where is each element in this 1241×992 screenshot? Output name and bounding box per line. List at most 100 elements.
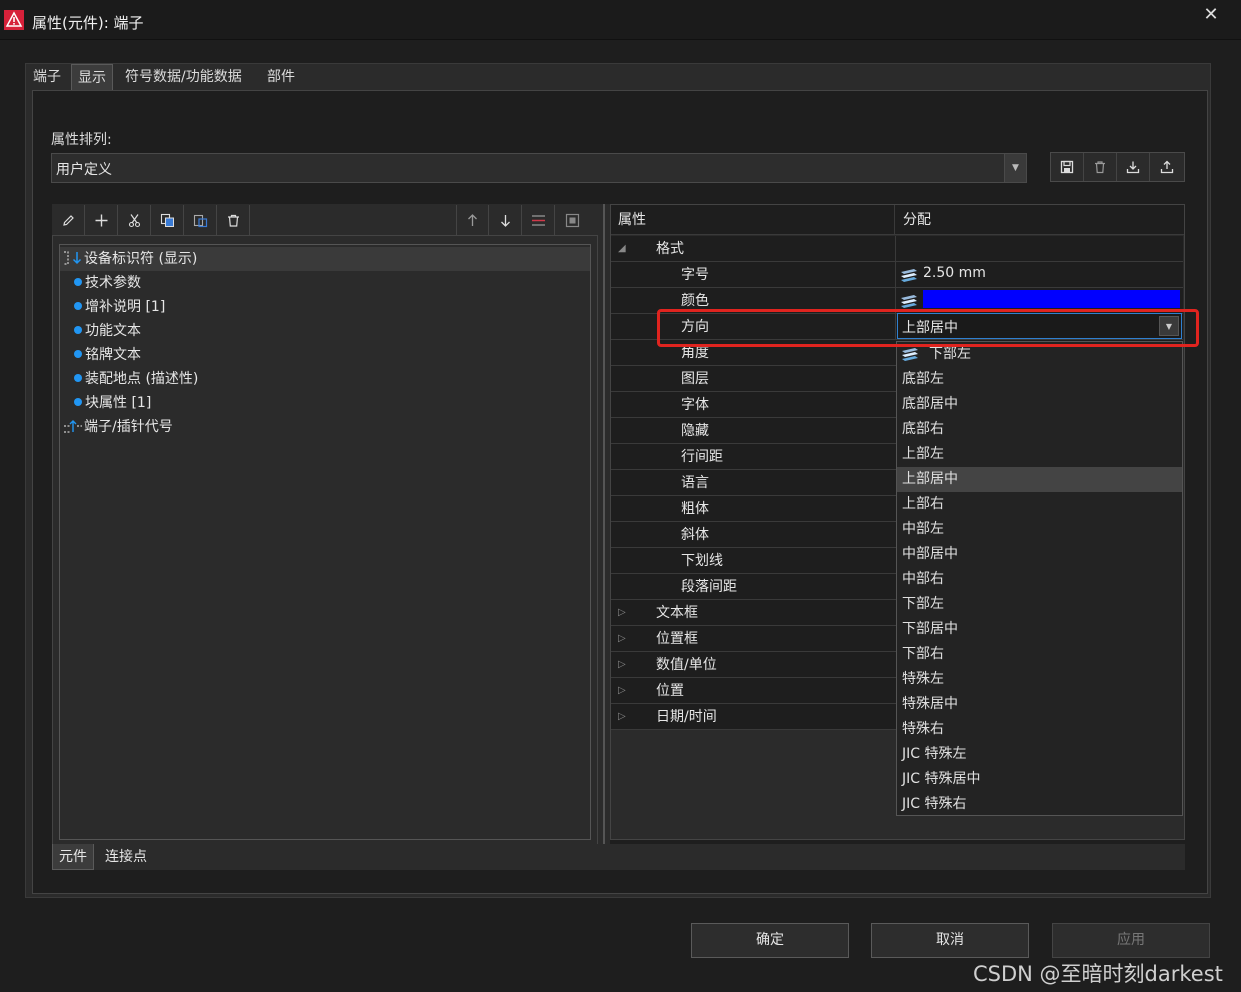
grid-row-name: 粗体	[681, 501, 709, 517]
property-arrangement-select[interactable]: 用户定义 ▼	[51, 153, 1027, 183]
dropdown-option[interactable]: 底部左	[897, 367, 1182, 392]
grid-row-name: 下划线	[681, 553, 723, 569]
dropdown-option[interactable]: 中部左	[897, 517, 1182, 542]
tab-component[interactable]: 元件	[52, 844, 94, 870]
frame-icon[interactable]	[556, 205, 589, 235]
dropdown-option[interactable]: JIC 特殊左	[897, 742, 1182, 767]
dropdown-option[interactable]: 特殊居中	[897, 692, 1182, 717]
direction-dropdown-list: 下部左 底部左 底部居中 底部右 上部左 上部居中 上部右 中部左 中部居中 中…	[896, 341, 1183, 816]
tree-item-supplementary-description[interactable]: 增补说明 [1]	[74, 295, 165, 319]
trash-icon[interactable]	[217, 205, 250, 235]
tree-item-technical-parameters[interactable]: 技术参数	[74, 271, 141, 295]
tree-item-terminal-pin-designation[interactable]: 端子/插针代号	[62, 415, 173, 439]
layer-stack-icon	[901, 295, 917, 308]
dropdown-option[interactable]: 中部居中	[897, 542, 1182, 567]
bullet-dot-icon	[74, 374, 82, 382]
window-title: 属性(元件): 端子	[32, 14, 144, 32]
grid-row-name: 隐藏	[681, 423, 709, 439]
dropdown-option-label: 下部左	[929, 346, 971, 362]
dropdown-option[interactable]: 底部右	[897, 417, 1182, 442]
bullet-dot-icon	[74, 350, 82, 358]
save-icon[interactable]	[1051, 153, 1084, 181]
grid-row-value-cell[interactable]: 2.50 mm	[895, 262, 1183, 288]
pencil-icon[interactable]	[52, 205, 85, 235]
tab-parts[interactable]: 部件	[261, 64, 301, 90]
dropdown-option[interactable]: 特殊左	[897, 667, 1182, 692]
tree-item-label: 铭牌文本	[85, 347, 141, 363]
apply-button[interactable]: 应用	[1052, 923, 1210, 958]
grid-row-name: 字体	[681, 397, 709, 413]
paste-icon[interactable]	[184, 205, 217, 235]
grid-row-name: 图层	[681, 371, 709, 387]
tab-display[interactable]: 显示	[71, 64, 113, 90]
collapsed-triangle-icon[interactable]: ▷	[618, 704, 626, 730]
add-icon[interactable]	[85, 205, 118, 235]
dropdown-option[interactable]: 下部居中	[897, 617, 1182, 642]
layer-stack-icon	[902, 348, 918, 361]
title-bar	[0, 0, 1241, 40]
grid-row-name: 段落间距	[681, 579, 737, 595]
grid-row-name: 位置框	[656, 631, 698, 647]
close-icon[interactable]: ✕	[1200, 4, 1222, 26]
tree-item-device-tag[interactable]: 设备标识符 (显示)	[60, 247, 590, 271]
move-down-icon[interactable]	[489, 205, 522, 235]
dropdown-option-selected[interactable]: 上部居中	[897, 467, 1182, 492]
import-icon[interactable]	[1117, 153, 1150, 181]
export-icon[interactable]	[1150, 153, 1183, 181]
tab-connection-points[interactable]: 连接点	[99, 844, 153, 870]
connection-point-icon	[64, 420, 82, 433]
dropdown-option[interactable]: 中部右	[897, 567, 1182, 592]
highlight-annotation-box	[657, 309, 1199, 347]
bullet-dot-icon	[74, 398, 82, 406]
tree-item-label: 块属性 [1]	[85, 395, 152, 411]
cancel-button[interactable]: 取消	[871, 923, 1029, 958]
pane-splitter[interactable]	[598, 204, 610, 846]
device-tag-icon	[64, 251, 82, 265]
dropdown-option[interactable]: 底部居中	[897, 392, 1182, 417]
chevron-down-icon[interactable]: ▼	[1004, 154, 1026, 182]
tree-item-label: 设备标识符 (显示)	[84, 251, 198, 267]
copy-icon[interactable]	[151, 205, 184, 235]
grid-row-name: 斜体	[681, 527, 709, 543]
expanded-triangle-icon[interactable]: ◢	[618, 236, 626, 262]
tree-item-mounting-location[interactable]: 装配地点 (描述性)	[74, 367, 198, 391]
separator-icon[interactable]	[522, 205, 555, 235]
grid-row-name: 语言	[681, 475, 709, 491]
grid-row-value-cell	[895, 236, 1183, 262]
move-up-icon[interactable]	[456, 205, 489, 235]
dropdown-option[interactable]: 下部左	[897, 592, 1182, 617]
tree-item-label: 增补说明 [1]	[85, 299, 166, 315]
dropdown-option[interactable]: 下部右	[897, 642, 1182, 667]
dropdown-option[interactable]: JIC 特殊右	[897, 792, 1182, 817]
grid-header-value[interactable]: 分配	[896, 205, 1183, 235]
grid-row-name: 日期/时间	[656, 709, 717, 725]
collapsed-triangle-icon[interactable]: ▷	[618, 600, 626, 626]
delete-icon[interactable]	[1084, 153, 1117, 181]
tab-terminal[interactable]: 端子	[27, 64, 67, 90]
dropdown-option[interactable]: 特殊右	[897, 717, 1182, 742]
tree-item-nameplate-text[interactable]: 铭牌文本	[74, 343, 141, 367]
dropdown-option[interactable]: 上部左	[897, 442, 1182, 467]
color-swatch[interactable]	[923, 290, 1180, 308]
dropdown-option[interactable]: 上部右	[897, 492, 1182, 517]
property-arrangement-value: 用户定义	[56, 162, 112, 178]
grid-header-property[interactable]: 属性	[611, 205, 895, 235]
grid-row-name: 位置	[656, 683, 684, 699]
cut-icon[interactable]	[118, 205, 151, 235]
bullet-dot-icon	[74, 326, 82, 334]
dropdown-option[interactable]: JIC 特殊居中	[897, 767, 1182, 792]
collapsed-triangle-icon[interactable]: ▷	[618, 652, 626, 678]
tab-symbol-function-data[interactable]: 符号数据/功能数据	[119, 64, 248, 90]
ok-button[interactable]: 确定	[691, 923, 849, 958]
grid-group-format[interactable]: ◢ 格式	[611, 236, 1183, 262]
grid-row-name: 行间距	[681, 449, 723, 465]
grid-row-name: 格式	[656, 241, 684, 257]
collapsed-triangle-icon[interactable]: ▷	[618, 678, 626, 704]
tree-item-function-text[interactable]: 功能文本	[74, 319, 141, 343]
grid-row-font-size[interactable]: 字号 2.50 mm	[611, 262, 1183, 288]
bullet-dot-icon	[74, 278, 82, 286]
grid-row-name: 字号	[681, 267, 709, 283]
arrangement-toolbar	[1050, 152, 1185, 182]
collapsed-triangle-icon[interactable]: ▷	[618, 626, 626, 652]
tree-item-block-property[interactable]: 块属性 [1]	[74, 391, 151, 415]
